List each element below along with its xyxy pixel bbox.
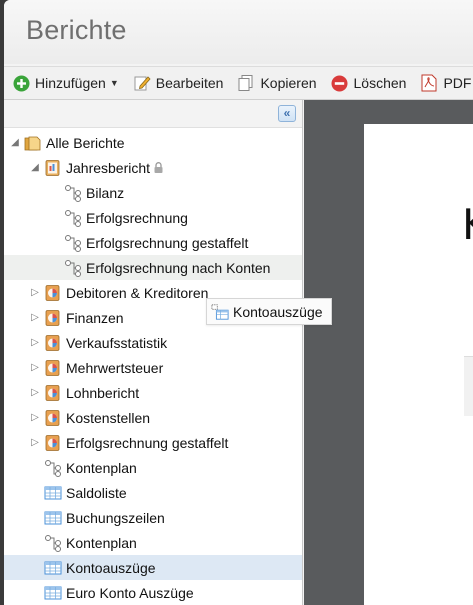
tree-label: Erfolgsrechnung bbox=[86, 209, 188, 226]
table-icon bbox=[44, 484, 62, 502]
tree-item-buchungszeilen[interactable]: Buchungszeilen bbox=[4, 505, 302, 530]
edit-label: Bearbeiten bbox=[155, 75, 224, 91]
tree-item-alle-berichte[interactable]: ◢ Alle Berichte bbox=[4, 130, 302, 155]
expand-triangle-icon[interactable]: ▷ bbox=[28, 336, 42, 350]
tree-label: Kontenplan bbox=[66, 534, 137, 551]
report-book-icon bbox=[44, 384, 62, 402]
report-book-icon bbox=[44, 159, 62, 177]
pdf-icon bbox=[420, 74, 438, 92]
tree-label: Mehrwertsteuer bbox=[66, 359, 164, 376]
tree-item-lohnbericht[interactable]: ▷ Lohnbericht bbox=[4, 380, 302, 405]
hierarchy-icon bbox=[64, 259, 82, 277]
report-book-icon bbox=[44, 434, 62, 452]
tree-label: Bilanz bbox=[86, 184, 125, 201]
collapse-triangle-icon[interactable]: ◢ bbox=[28, 161, 42, 175]
tree-panel-header: « bbox=[4, 100, 302, 128]
report-book-icon bbox=[44, 334, 62, 352]
report-book-icon bbox=[44, 409, 62, 427]
delete-icon bbox=[331, 74, 349, 92]
drag-proxy: Kontoauszüge bbox=[206, 298, 332, 325]
hierarchy-icon bbox=[64, 234, 82, 252]
tree-label: Alle Berichte bbox=[46, 134, 125, 151]
tree-item-erfolgsrechnung-gestaffelt-2[interactable]: ▷ Erfolgsrechnung gestaffelt bbox=[4, 430, 302, 455]
expand-triangle-icon[interactable]: ▷ bbox=[28, 411, 42, 425]
tree-item-kostenstellen[interactable]: ▷ Kostenstellen bbox=[4, 405, 302, 430]
preview-heading: K bbox=[462, 200, 473, 249]
report-tree: ◢ Alle Berichte ◢ Jahresbericht Bilanz E… bbox=[4, 130, 302, 605]
tree-item-erfolgsrechnung[interactable]: Erfolgsrechnung bbox=[4, 205, 302, 230]
hierarchy-icon bbox=[44, 459, 62, 477]
add-button[interactable]: Hinzufügen ▼ bbox=[10, 70, 125, 96]
hierarchy-icon bbox=[64, 209, 82, 227]
report-preview-page: K bbox=[364, 124, 473, 605]
tree-item-saldoliste[interactable]: Saldoliste bbox=[4, 480, 302, 505]
tree-label: Lohnbericht bbox=[66, 384, 140, 401]
tree-item-erfolgsrechnung-nach-konten[interactable]: Erfolgsrechnung nach Konten bbox=[4, 255, 302, 280]
tree-item-jahresbericht[interactable]: ◢ Jahresbericht bbox=[4, 155, 302, 180]
tree-label: Erfolgsrechnung nach Konten bbox=[86, 259, 271, 276]
collapse-triangle-icon[interactable]: ◢ bbox=[8, 136, 22, 150]
tree-label: Kontoauszüge bbox=[66, 559, 156, 576]
copy-label: Kopieren bbox=[260, 75, 317, 91]
hierarchy-icon bbox=[64, 184, 82, 202]
pdf-button[interactable]: PDF bbox=[418, 70, 473, 96]
expand-triangle-icon[interactable]: ▷ bbox=[28, 286, 42, 300]
tree-label: Jahresbericht bbox=[66, 159, 151, 176]
window-title: Berichte bbox=[26, 15, 127, 45]
tree-item-euro-konto-auszuege[interactable]: Euro Konto Auszüge bbox=[4, 580, 302, 605]
drag-move-icon bbox=[211, 303, 229, 321]
tree-item-kontoauszuege[interactable]: Kontoauszüge bbox=[4, 555, 302, 580]
title-bar: Berichte bbox=[4, 0, 473, 64]
table-icon bbox=[44, 559, 62, 577]
tree-label: Debitoren & Kreditoren bbox=[66, 284, 209, 301]
hierarchy-icon bbox=[44, 534, 62, 552]
folder-icon bbox=[24, 134, 42, 152]
dropdown-caret-icon: ▼ bbox=[109, 78, 119, 88]
copy-button[interactable]: Kopieren bbox=[235, 70, 322, 96]
tree-label: Erfolgsrechnung gestaffelt bbox=[86, 234, 249, 251]
delete-label: Löschen bbox=[353, 75, 407, 91]
edit-button[interactable]: Bearbeiten bbox=[131, 70, 230, 96]
report-preview-area: K bbox=[304, 100, 473, 605]
tree-item-bilanz[interactable]: Bilanz bbox=[4, 180, 302, 205]
expand-triangle-icon[interactable]: ▷ bbox=[28, 311, 42, 325]
preview-field bbox=[464, 356, 473, 416]
tree-item-mehrwertsteuer[interactable]: ▷ Mehrwertsteuer bbox=[4, 355, 302, 380]
toolbar: Hinzufügen ▼ Bearbeiten Kopieren Löschen bbox=[4, 66, 473, 100]
tree-label: Saldoliste bbox=[66, 484, 127, 501]
pencil-icon bbox=[133, 74, 151, 92]
tree-item-erfolgsrechnung-gestaffelt[interactable]: Erfolgsrechnung gestaffelt bbox=[4, 230, 302, 255]
add-icon bbox=[12, 74, 30, 92]
expand-triangle-icon[interactable]: ▷ bbox=[28, 386, 42, 400]
table-icon bbox=[44, 509, 62, 527]
copy-icon bbox=[237, 74, 255, 92]
pdf-label: PDF bbox=[443, 75, 472, 91]
report-tree-panel: « ◢ Alle Berichte ◢ Jahresbericht Bilanz… bbox=[4, 100, 303, 605]
report-book-icon bbox=[44, 359, 62, 377]
tree-item-verkaufsstatistik[interactable]: ▷ Verkaufsstatistik bbox=[4, 330, 302, 355]
tree-label: Finanzen bbox=[66, 309, 124, 326]
tree-label: Erfolgsrechnung gestaffelt bbox=[66, 434, 229, 451]
tree-label: Verkaufsstatistik bbox=[66, 334, 168, 351]
tree-item-kontenplan-1[interactable]: Kontenplan bbox=[4, 455, 302, 480]
add-label: Hinzufügen bbox=[35, 75, 106, 91]
tree-label: Euro Konto Auszüge bbox=[66, 584, 194, 601]
expand-triangle-icon[interactable]: ▷ bbox=[28, 436, 42, 450]
expand-triangle-icon[interactable]: ▷ bbox=[28, 361, 42, 375]
drag-label: Kontoauszüge bbox=[233, 303, 323, 320]
collapse-panel-button[interactable]: « bbox=[278, 105, 296, 122]
tree-label: Kontenplan bbox=[66, 459, 137, 476]
report-book-icon bbox=[44, 309, 62, 327]
report-book-icon bbox=[44, 284, 62, 302]
tree-label: Kostenstellen bbox=[66, 409, 151, 426]
delete-button[interactable]: Löschen bbox=[329, 70, 413, 96]
tree-label: Buchungszeilen bbox=[66, 509, 165, 526]
tree-item-kontenplan-2[interactable]: Kontenplan bbox=[4, 530, 302, 555]
table-icon bbox=[44, 584, 62, 602]
lock-icon bbox=[154, 160, 163, 176]
